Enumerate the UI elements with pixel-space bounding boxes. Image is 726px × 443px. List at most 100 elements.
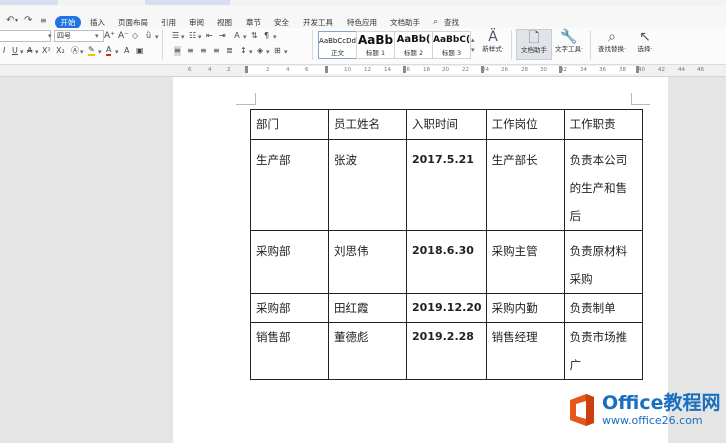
tab-special-apps[interactable]: 特色应用: [347, 18, 377, 27]
customize-menu-icon[interactable]: ≡: [40, 16, 47, 26]
borders-icon[interactable]: ⊞: [274, 46, 281, 56]
char-border-icon[interactable]: A: [124, 46, 129, 56]
document-tab[interactable]: [145, 0, 230, 5]
distributed-icon[interactable]: ≣: [226, 46, 233, 56]
style-heading-2[interactable]: AaBb( 标题 2: [394, 31, 433, 59]
document-assistant-button[interactable]: 🗋 文档助手: [516, 29, 552, 60]
italic-icon[interactable]: I: [3, 46, 5, 56]
chevron-down-icon[interactable]: ▾: [181, 33, 185, 41]
post-cell[interactable]: 采购内勤: [485, 293, 565, 323]
chevron-down-icon[interactable]: ▾: [266, 48, 270, 56]
new-style-button[interactable]: Ä 新样式·: [478, 29, 508, 58]
chevron-down-icon[interactable]: ▾: [35, 48, 39, 56]
underline-icon[interactable]: U: [12, 46, 18, 56]
chevron-down-icon[interactable]: ▾: [155, 33, 159, 41]
clear-format-icon[interactable]: ◇: [132, 31, 138, 41]
duty-cell[interactable]: 负责制单: [563, 293, 643, 323]
align-center-icon[interactable]: ≡: [187, 46, 194, 56]
tab-page-layout[interactable]: 页面布局: [118, 18, 148, 27]
gallery-up-icon[interactable]: ▴: [471, 36, 475, 44]
chevron-down-icon[interactable]: ▾: [273, 33, 277, 41]
duty-cell[interactable]: 负责本公司 的生产和售后: [563, 139, 643, 231]
select-button[interactable]: ↖ 选择·: [633, 29, 657, 58]
line-spacing-icon[interactable]: ↕: [240, 46, 247, 56]
chevron-down-icon[interactable]: ▾: [249, 48, 253, 56]
font-color-icon[interactable]: A: [106, 46, 112, 56]
pinyin-icon[interactable]: ǜ: [146, 31, 151, 41]
name-cell[interactable]: 刘思伟: [328, 230, 407, 294]
dept-cell[interactable]: 销售部: [250, 322, 329, 380]
post-cell[interactable]: 采购主管: [485, 230, 565, 294]
dept-cell[interactable]: 生产部: [250, 139, 329, 231]
increase-indent-icon[interactable]: ⇥: [219, 31, 226, 41]
redo-icon[interactable]: ↷: [24, 16, 32, 26]
decrease-indent-icon[interactable]: ⇤: [206, 31, 213, 41]
chevron-down-icon[interactable]: ▾: [95, 32, 99, 40]
tab-review[interactable]: 审阅: [189, 18, 204, 27]
dept-cell[interactable]: 采购部: [250, 293, 329, 323]
shrink-font-icon[interactable]: A⁻: [118, 31, 129, 41]
chevron-down-icon[interactable]: ▾: [115, 48, 119, 56]
grow-font-icon[interactable]: A⁺: [104, 31, 115, 41]
chevron-down-icon[interactable]: ▾: [243, 33, 247, 41]
employee-table[interactable]: 部门 员工姓名 入职时间 工作岗位 工作职责 生产部 张波 2017.5.21 …: [250, 109, 643, 380]
show-marks-icon[interactable]: ¶: [264, 31, 269, 41]
style-heading-1[interactable]: AaBb 标题 1: [356, 31, 395, 59]
chevron-down-icon[interactable]: ▾: [198, 33, 202, 41]
chevron-down-icon[interactable]: ▾: [80, 48, 84, 56]
column-marker[interactable]: [325, 66, 328, 73]
tab-document-assistant[interactable]: 文档助手: [390, 18, 420, 27]
shading-icon[interactable]: ◈: [257, 46, 263, 56]
date-cell[interactable]: 2017.5.21: [406, 139, 487, 231]
undo-icon[interactable]: ↶: [6, 16, 14, 26]
text-tools-button[interactable]: 🔧 文字工具·: [553, 29, 585, 58]
search-label[interactable]: 查找: [444, 18, 459, 27]
style-normal[interactable]: AaBbCcDd 正文: [318, 31, 357, 59]
duty-cell[interactable]: 负责原材料 采购: [563, 230, 643, 294]
post-cell[interactable]: 生产部长: [485, 139, 565, 231]
duty-cell[interactable]: 负责市场推广: [563, 322, 643, 380]
tab-security[interactable]: 安全: [274, 18, 289, 27]
tab-developer-tools[interactable]: 开发工具: [303, 18, 333, 27]
column-marker[interactable]: [481, 66, 484, 73]
header-cell[interactable]: 部门: [250, 109, 329, 140]
subscript-icon[interactable]: X₂: [56, 46, 65, 56]
find-replace-button[interactable]: ⌕ 查找替换·: [594, 29, 630, 58]
bullet-list-icon[interactable]: ☰: [172, 31, 179, 41]
header-cell[interactable]: 工作职责: [563, 109, 643, 140]
header-cell[interactable]: 入职时间: [406, 109, 487, 140]
strikethrough-icon[interactable]: A: [27, 46, 32, 56]
date-cell[interactable]: 2018.6.30: [406, 230, 487, 294]
name-cell[interactable]: 董德彪: [328, 322, 407, 380]
sort-icon[interactable]: ⇅: [251, 31, 258, 41]
gallery-down-icon[interactable]: ▾: [471, 46, 475, 54]
chevron-down-icon[interactable]: ▾: [98, 48, 102, 56]
name-cell[interactable]: 田红霞: [328, 293, 407, 323]
font-name-select[interactable]: [0, 30, 51, 42]
text-effect-icon[interactable]: Ⓐ: [71, 46, 79, 56]
right-indent-marker[interactable]: [636, 66, 639, 73]
header-cell[interactable]: 工作岗位: [485, 109, 565, 140]
post-cell[interactable]: 销售经理: [485, 322, 565, 380]
date-cell[interactable]: 2019.12.20: [406, 293, 487, 323]
chevron-down-icon[interactable]: ▾: [20, 48, 24, 56]
char-shading-icon[interactable]: ▣: [136, 46, 144, 56]
style-heading-3[interactable]: AaBbC( 标题 3: [432, 31, 471, 59]
dropdown-arrow-icon[interactable]: ▾: [15, 16, 18, 26]
document-tab[interactable]: [0, 0, 58, 5]
tab-references[interactable]: 引用: [161, 18, 176, 27]
horizontal-ruler[interactable]: 6422468101214161820222426283032343638404…: [0, 65, 726, 77]
column-marker[interactable]: [403, 66, 406, 73]
header-cell[interactable]: 员工姓名: [328, 109, 407, 140]
left-indent-marker[interactable]: [245, 66, 248, 73]
tab-insert[interactable]: 插入: [90, 18, 105, 27]
search-icon[interactable]: ⌕: [433, 17, 438, 27]
date-cell[interactable]: 2019.2.28: [406, 322, 487, 380]
chevron-down-icon[interactable]: ▾: [48, 32, 52, 40]
superscript-icon[interactable]: X²: [42, 46, 51, 56]
name-cell[interactable]: 张波: [328, 139, 407, 231]
chinese-layout-icon[interactable]: Ａ: [233, 31, 241, 41]
tab-view[interactable]: 视图: [217, 18, 232, 27]
chevron-down-icon[interactable]: ▾: [284, 48, 288, 56]
align-left-icon[interactable]: ≡: [174, 46, 181, 56]
